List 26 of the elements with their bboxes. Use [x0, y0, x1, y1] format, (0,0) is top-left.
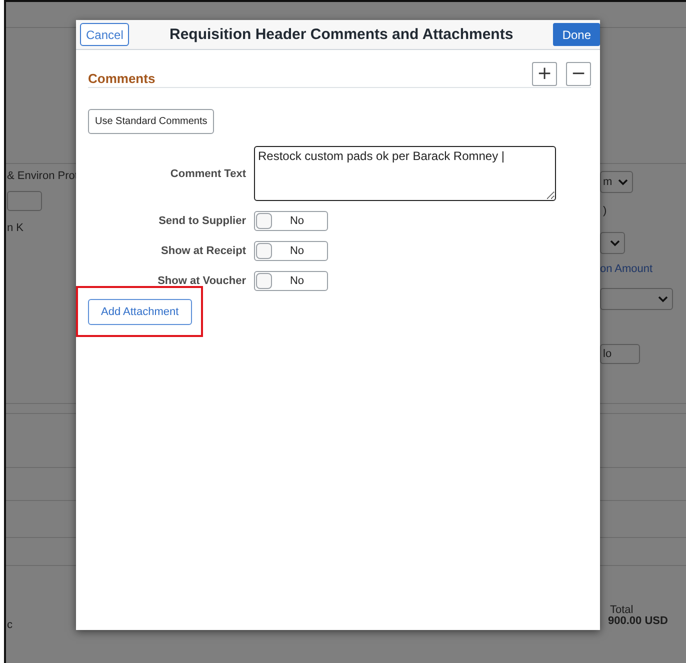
input-field[interactable]: [7, 191, 42, 211]
field-label: Comment Text: [169, 168, 246, 180]
total-amount: 900.00 USD: [608, 615, 668, 627]
section-heading: Comments: [88, 70, 156, 86]
toggle-switch[interactable]: No: [254, 241, 328, 261]
cancel-button[interactable]: Cancel: [80, 23, 130, 46]
toggle-switch[interactable]: No: [254, 211, 328, 231]
dialog-title: Requisition Header Comments and Attachments: [170, 26, 514, 43]
field-label: ): [603, 205, 607, 217]
field-label: Show at Receipt: [160, 245, 246, 257]
done-button[interactable]: Done: [553, 23, 600, 46]
field-label: n K: [7, 222, 24, 234]
comment-text-field[interactable]: Restock custom pads ok per Barack Romney |: [254, 146, 556, 201]
field-label: Show at Voucher: [156, 275, 246, 287]
field-label: Total: [610, 604, 634, 616]
add-button[interactable]: +: [532, 62, 557, 86]
field-label: Send to Supplier: [158, 215, 246, 227]
remove-button[interactable]: −: [566, 62, 591, 86]
field-label: c: [7, 619, 12, 631]
chevron-icon: [658, 296, 668, 302]
use-standard-comments-button[interactable]: Use Standard Comments: [88, 109, 214, 134]
add-attachment-button[interactable]: Add Attachment: [88, 299, 192, 325]
toggle-switch[interactable]: No: [254, 271, 328, 291]
chevron-icon: [618, 178, 628, 186]
dropdown[interactable]: [600, 288, 673, 310]
chevron-icon: [610, 240, 620, 246]
